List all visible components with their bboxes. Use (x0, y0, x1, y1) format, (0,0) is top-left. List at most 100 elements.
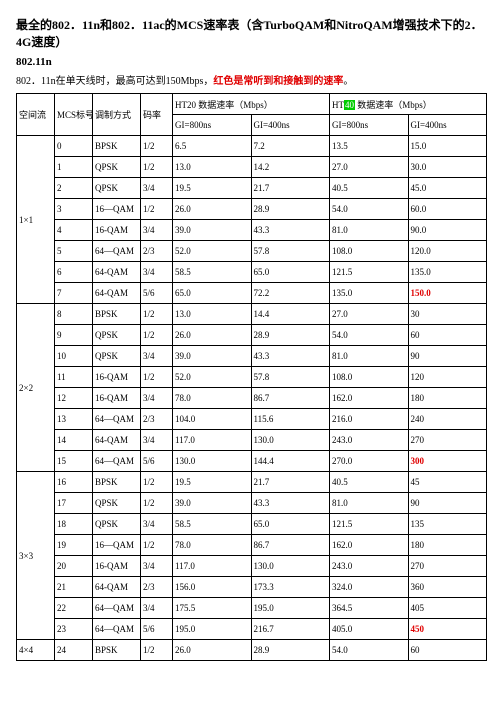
data-cell: 16-QAM (93, 388, 141, 409)
data-cell: 195.0 (173, 619, 252, 640)
data-cell: 5/6 (141, 451, 173, 472)
hdr-gi800-1: GI=800ns (173, 115, 252, 136)
data-cell: 108.0 (330, 241, 409, 262)
data-cell: 16—QAM (93, 535, 141, 556)
data-cell: 65.0 (173, 283, 252, 304)
data-cell: 16—QAM (93, 199, 141, 220)
data-cell: 324.0 (330, 577, 409, 598)
data-cell: 45 (408, 472, 487, 493)
data-cell: 5/6 (141, 619, 173, 640)
data-cell: 405 (408, 598, 487, 619)
data-cell: 115.6 (251, 409, 330, 430)
data-cell: 65.0 (251, 514, 330, 535)
hdr-ht20: HT20 数据速率（Mbps） (173, 94, 330, 115)
data-cell: 21.7 (251, 178, 330, 199)
data-cell: 4 (55, 220, 93, 241)
data-cell: 3/4 (141, 388, 173, 409)
data-cell: 90.0 (408, 220, 487, 241)
data-cell: 21.7 (251, 472, 330, 493)
data-cell: 65.0 (251, 262, 330, 283)
data-cell: QPSK (93, 157, 141, 178)
data-cell: 16-QAM (93, 220, 141, 241)
data-cell: 64-QAM (93, 430, 141, 451)
data-cell: 175.5 (173, 598, 252, 619)
data-cell: 43.3 (251, 346, 330, 367)
data-cell: 243.0 (330, 556, 409, 577)
data-cell: 30 (408, 304, 487, 325)
data-cell: 135.0 (330, 283, 409, 304)
data-cell: 1/2 (141, 367, 173, 388)
data-cell: 64—QAM (93, 619, 141, 640)
data-cell: BPSK (93, 640, 141, 661)
data-cell: 28.9 (251, 640, 330, 661)
data-cell: 270.0 (330, 451, 409, 472)
ss-cell: 3×3 (17, 472, 55, 640)
data-cell: 26.0 (173, 325, 252, 346)
data-cell: 43.3 (251, 220, 330, 241)
data-cell: 130.0 (173, 451, 252, 472)
data-cell: 28.9 (251, 199, 330, 220)
data-cell: 300 (408, 451, 487, 472)
data-cell: 2/3 (141, 241, 173, 262)
data-cell: 121.5 (330, 514, 409, 535)
hdr-ss: 空间流 (17, 94, 55, 136)
data-cell: 162.0 (330, 388, 409, 409)
data-cell: 2/3 (141, 409, 173, 430)
data-cell: 60 (408, 640, 487, 661)
data-cell: 1/2 (141, 472, 173, 493)
data-cell: 10 (55, 346, 93, 367)
data-cell: 3/4 (141, 514, 173, 535)
hdr-gi400-2: GI=400ns (408, 115, 487, 136)
data-cell: 26.0 (173, 199, 252, 220)
data-cell: 86.7 (251, 535, 330, 556)
data-cell: 1/2 (141, 199, 173, 220)
data-cell: 135.0 (408, 262, 487, 283)
data-cell: 364.5 (330, 598, 409, 619)
data-cell: 39.0 (173, 346, 252, 367)
data-cell: 104.0 (173, 409, 252, 430)
data-cell: 130.0 (251, 430, 330, 451)
data-cell: 17 (55, 493, 93, 514)
data-cell: 108.0 (330, 367, 409, 388)
data-cell: 1/2 (141, 136, 173, 157)
data-cell: 121.5 (330, 262, 409, 283)
data-cell: 8 (55, 304, 93, 325)
data-cell: 45.0 (408, 178, 487, 199)
data-cell: 3 (55, 199, 93, 220)
data-cell: 64-QAM (93, 577, 141, 598)
data-cell: 7 (55, 283, 93, 304)
data-cell: 3/4 (141, 556, 173, 577)
note-pre: 802．11n在单天线时，最高可达到150Mbps， (16, 76, 213, 87)
note-red: 红色是常听到和接触到的速率 (213, 76, 343, 87)
data-cell: 40.5 (330, 178, 409, 199)
data-cell: 3/4 (141, 598, 173, 619)
data-cell: 173.3 (251, 577, 330, 598)
data-cell: QPSK (93, 493, 141, 514)
data-cell: 3/4 (141, 430, 173, 451)
data-cell: 60 (408, 325, 487, 346)
data-cell: 18 (55, 514, 93, 535)
data-cell: 81.0 (330, 493, 409, 514)
data-cell: 243.0 (330, 430, 409, 451)
ss-cell: 2×2 (17, 304, 55, 472)
data-cell: 14.2 (251, 157, 330, 178)
data-cell: 1/2 (141, 640, 173, 661)
page-title: 最全的802．11n和802．11ac的MCS速率表（含TurboQAM和Nit… (16, 16, 487, 50)
data-cell: 26.0 (173, 640, 252, 661)
data-cell: 78.0 (173, 388, 252, 409)
data-cell: BPSK (93, 136, 141, 157)
data-cell: 27.0 (330, 304, 409, 325)
hdr-gi800-2: GI=800ns (330, 115, 409, 136)
data-cell: 117.0 (173, 556, 252, 577)
data-cell: 6 (55, 262, 93, 283)
data-cell: 2/3 (141, 577, 173, 598)
data-cell: 5/6 (141, 283, 173, 304)
note-line: 802．11n在单天线时，最高可达到150Mbps，红色是常听到和接触到的速率。 (16, 72, 487, 87)
data-cell: 3/4 (141, 178, 173, 199)
data-cell: 64—QAM (93, 451, 141, 472)
data-cell: 13.5 (330, 136, 409, 157)
data-cell: 21 (55, 577, 93, 598)
data-cell: 216.0 (330, 409, 409, 430)
hdr-ht40: HT40 数据速率（Mbps） (330, 94, 487, 115)
data-cell: 90 (408, 493, 487, 514)
